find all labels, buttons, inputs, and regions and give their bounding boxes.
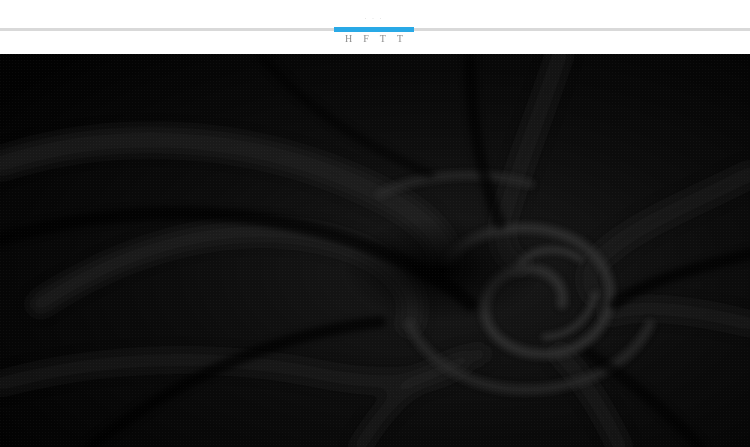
header-strip: · · · HFTT [0,0,750,54]
tiny-caption: · · · [364,16,384,22]
fabric-photo [0,54,750,447]
fabric-swirl-image [0,54,750,447]
accent-bar [334,27,414,32]
header-letters: HFTT [345,34,414,45]
